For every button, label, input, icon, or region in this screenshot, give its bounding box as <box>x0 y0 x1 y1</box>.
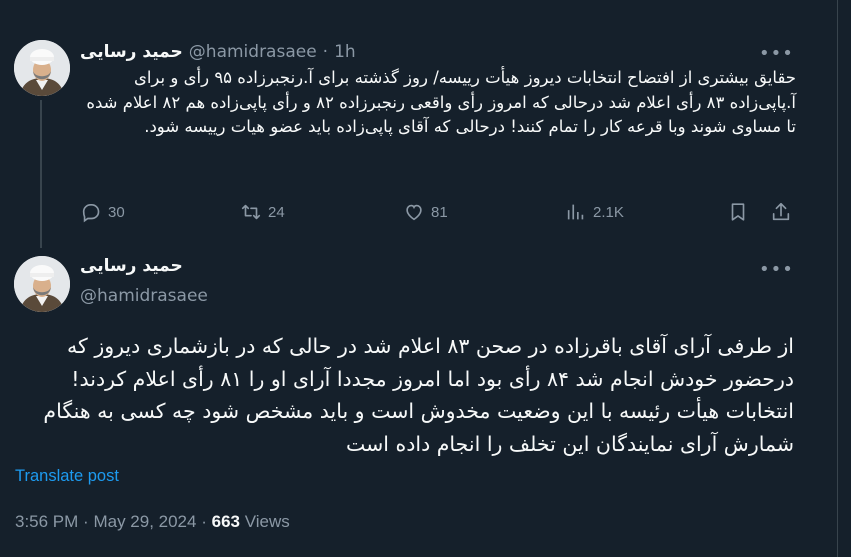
tweet-time[interactable]: 3:56 PM <box>15 512 78 531</box>
avatar-image <box>14 40 70 96</box>
like-button[interactable]: 81 <box>403 194 448 230</box>
more-icon[interactable]: ••• <box>759 44 793 64</box>
like-icon <box>406 204 422 221</box>
reply-count: 30 <box>108 203 125 221</box>
views-icon <box>567 204 584 220</box>
share-icon <box>772 202 790 221</box>
author-name[interactable]: حمید رسایی <box>80 42 183 62</box>
reply-icon <box>82 204 100 223</box>
more-icon[interactable]: ••• <box>759 260 793 280</box>
author-handle[interactable]: @hamidrasaee <box>189 42 317 62</box>
separator-dot: · <box>83 512 89 531</box>
bookmark-button[interactable] <box>727 194 749 230</box>
tweet-text: حقایق بیشتری از افتضاح انتخابات دیروز هی… <box>86 68 796 136</box>
separator-dot: · <box>322 42 329 62</box>
translate-post-link[interactable]: Translate post <box>15 467 119 486</box>
like-count: 81 <box>431 203 448 221</box>
reply-button[interactable]: 30 <box>80 194 125 230</box>
separator-dot: · <box>201 512 207 531</box>
repost-icon <box>241 204 261 220</box>
tweet-time[interactable]: 1h <box>334 42 356 62</box>
views-label: Views <box>244 512 290 531</box>
tweet-date[interactable]: May 29, 2024 <box>93 512 196 531</box>
conversation-frame: حمید رسایی @hamidrasaee · 1h ••• حقایق ب… <box>0 0 838 557</box>
avatar[interactable] <box>14 40 70 96</box>
tweet-meta: 3:56 PM · May 29, 2024 · 663 Views <box>15 512 290 532</box>
views-button[interactable]: 2.1K <box>565 194 624 230</box>
tweet-text: از طرفی آرای آقای باقرزاده در صحن ۸۳ اعل… <box>43 334 794 456</box>
tweet-actions: 30 24 81 2.1K <box>80 194 800 230</box>
avatar[interactable] <box>14 256 70 312</box>
repost-count: 24 <box>268 203 285 221</box>
repost-button[interactable]: 24 <box>240 194 285 230</box>
thread-connector-line <box>40 100 42 248</box>
tweet-header: حمید رسایی @hamidrasaee · 1h <box>80 40 356 64</box>
author-name[interactable]: حمید رسایی <box>80 256 183 276</box>
bookmark-icon <box>731 203 745 221</box>
avatar-image <box>14 256 70 312</box>
views-count[interactable]: 663 <box>212 512 240 531</box>
views-count: 2.1K <box>593 203 624 221</box>
share-button[interactable] <box>770 194 792 230</box>
author-handle[interactable]: @hamidrasaee <box>80 286 208 306</box>
